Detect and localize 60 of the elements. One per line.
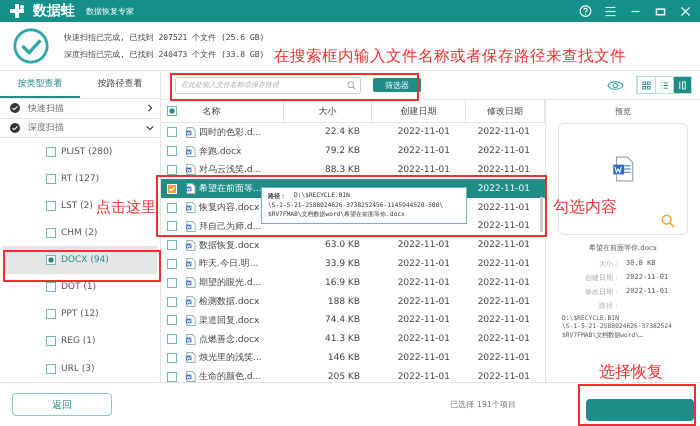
modified-date: 2022-11-01 [478,296,530,307]
scan-summary-text: 快速扫指已完成, 已找到 207521 个文件 (25.6 GB) [64,32,264,43]
file-size: 41.3 KB [325,334,360,344]
file-name: 烛光里的浅笑... [199,352,262,364]
file-size: 22.4 KB [325,127,360,138]
file-name: 奔跑.docx [199,146,242,158]
file-name: 拜自己为师.d... [199,220,262,233]
file-name: 恢复内容.docx [199,202,260,214]
file-size: 63.0 KB [325,240,360,250]
modified-date: 2022-11-01 [478,127,530,138]
annotation-text: 在搜索框内输入文件名称或者保存路径来查找文件 [274,46,626,67]
file-name: 检测数据.docx [199,296,260,308]
app-subtitle: 数据恢复专家 [86,6,134,16]
modified-date: 2022-11-01 [478,240,530,250]
file-size: 79.2 KB [325,146,360,156]
created-date: 2022-11-01 [398,164,450,175]
created-date: 2022-11-01 [398,296,450,307]
file-name: 对乌云浅笑.d... [199,164,262,176]
scan-summary-text: 深度扫指已完成, 已找到 240473 个文件 (33.8 GB) [64,49,264,60]
file-size: 205 KB [328,372,360,382]
created-date: 2022-11-01 [398,146,450,156]
modified-date: 2022-11-01 [478,352,530,363]
file-name: 数据恢复.docx [199,240,260,252]
annotation-text: 选择恢复 [599,362,663,383]
modified-date: 2022-11-01 [478,146,530,156]
modified-date: 2022-11-01 [478,221,530,232]
file-name: 点燃善念.docx [199,333,260,346]
annotation-text: 点击这里 [96,200,156,215]
selection-status: 已选择 191个项目 [450,399,516,410]
file-name: 期望的眼光.d... [199,276,262,290]
file-size: 188 KB [328,296,360,307]
app-title: 数据蛙 [33,2,75,20]
file-size: 88.3 KB [325,164,360,175]
created-date: 2022-11-01 [398,278,450,288]
created-date: 2022-11-01 [398,372,450,382]
created-date: 2022-11-01 [398,258,450,269]
created-date: 2022-11-01 [398,240,450,250]
created-date: 2022-11-01 [398,334,450,344]
annotation-text: 勾选内容 [553,197,617,218]
file-size: 146 KB [328,352,360,363]
modified-date: 2022-11-01 [478,372,530,382]
created-date: 2022-11-01 [398,127,450,138]
preview-title: 预览 [615,106,631,117]
modified-date: 2022-11-01 [478,202,530,213]
file-size: 33.9 KB [325,258,360,269]
file-name: 渠道回复.docx [199,314,260,327]
modified-date: 2022-11-01 [478,164,530,175]
file-size: 74.4 KB [325,315,360,326]
file-name: 昨天.今日.明... [199,258,258,270]
modified-date: 2022-11-01 [478,184,530,194]
created-date: 2022-11-01 [398,315,450,326]
file-size: 16.9 KB [325,278,360,288]
created-date: 2022-11-01 [398,352,450,363]
modified-date: 2022-11-01 [478,334,530,344]
file-name: 生命的颜色.d... [199,370,262,384]
file-name: 四时的色彩.d... [199,126,262,139]
modified-date: 2022-11-01 [478,315,530,326]
modified-date: 2022-11-01 [478,278,530,288]
modified-date: 2022-11-01 [478,258,530,269]
file-name: 希望在前面等... [199,182,262,196]
